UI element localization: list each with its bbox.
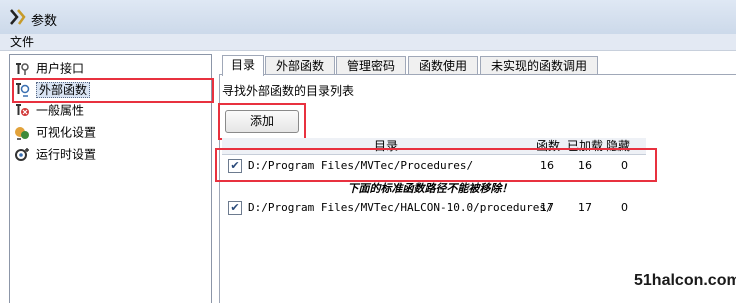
sidebar-item-label: 一般属性: [36, 103, 85, 118]
highlight-first-row: [215, 148, 657, 182]
standard-path-notice: 下面的标准函数路径不能被移除！: [347, 182, 513, 195]
highlight-sidebar-selection: [12, 78, 214, 103]
row-loaded: 17: [578, 201, 592, 214]
sidebar-item-visualization[interactable]: 可视化设置: [13, 122, 96, 142]
user-interface-icon: [16, 62, 29, 75]
sidebar-item-general-properties[interactable]: 一般属性: [13, 100, 84, 120]
tab-external-functions[interactable]: 外部函数: [265, 56, 335, 75]
sidebar-item-label: 运行时设置: [36, 147, 97, 162]
tab-unimplemented-calls[interactable]: 未实现的函数调用: [480, 56, 598, 75]
sidebar-item-runtime-settings[interactable]: 运行时设置: [13, 144, 96, 164]
window-title: 参数: [31, 14, 58, 29]
menu-file[interactable]: 文件: [10, 34, 34, 50]
row-hidden: 0: [621, 201, 628, 214]
table-row[interactable]: ✔ D:/Program Files/MVTec/HALCON-10.0/pro…: [222, 198, 646, 218]
menu-bar: 文件: [0, 34, 736, 51]
sidebar-item-label: 可视化设置: [36, 125, 97, 140]
highlight-add-button: [218, 103, 306, 140]
row-path: D:/Program Files/MVTec/HALCON-10.0/proce…: [248, 201, 553, 214]
directory-list-label: 寻找外部函数的目录列表: [222, 84, 355, 98]
title-bar: 参数: [0, 0, 736, 35]
halcon-app-icon: [10, 9, 26, 25]
tab-function-usage[interactable]: 函数使用: [408, 56, 478, 75]
sidebar-item-label: 用户接口: [36, 61, 85, 76]
visualization-icon: [15, 126, 29, 140]
row-enabled-checkbox[interactable]: ✔: [228, 201, 242, 215]
general-properties-icon: [16, 103, 29, 116]
runtime-settings-icon: [15, 147, 29, 161]
row-functions: 17: [540, 201, 554, 214]
tab-directory[interactable]: 目录: [222, 55, 264, 76]
tab-manage-password[interactable]: 管理密码: [336, 56, 406, 75]
watermark: 51halcon.com: [634, 272, 736, 289]
sidebar-item-user-interface[interactable]: 用户接口: [13, 58, 84, 78]
